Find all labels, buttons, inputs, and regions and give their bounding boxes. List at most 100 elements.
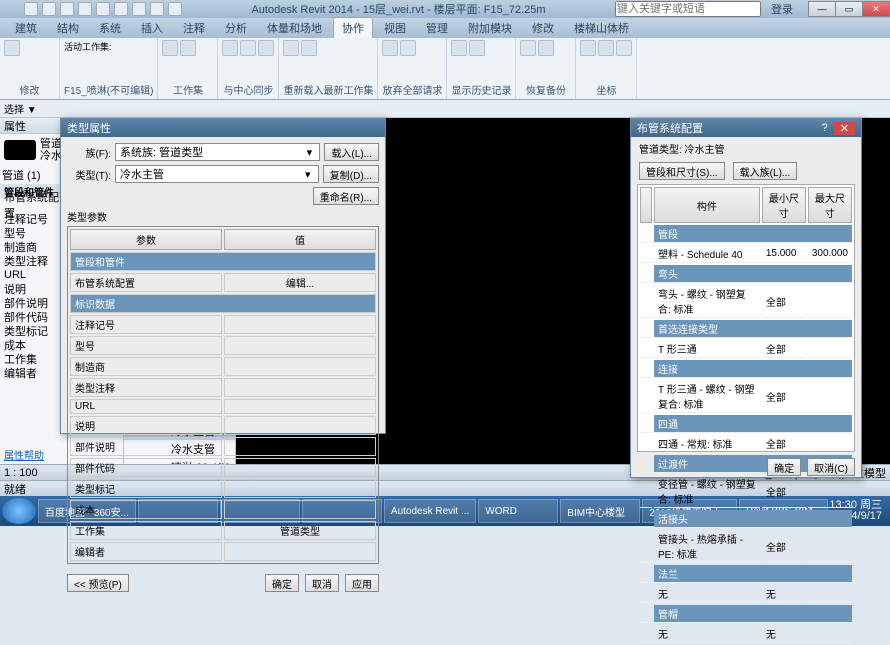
help-icon[interactable]: ? — [822, 122, 828, 134]
ribbon-tab[interactable]: 建筑 — [6, 17, 46, 38]
qat-icon[interactable] — [168, 2, 182, 16]
param-row[interactable]: 部件代码 — [70, 458, 376, 477]
param-row[interactable]: 类型标记 — [70, 479, 376, 498]
param-row[interactable]: 标识数据 — [70, 294, 376, 313]
ribbon-icon[interactable] — [283, 40, 299, 56]
minimize-button[interactable]: — — [808, 1, 836, 17]
apply-button[interactable]: 应用 — [345, 574, 379, 592]
ribbon-icon[interactable] — [451, 40, 467, 56]
ribbon-icon[interactable] — [469, 40, 485, 56]
taskbar-item[interactable]: Autodesk Revit ... — [384, 499, 476, 523]
ribbon-icon[interactable] — [162, 40, 178, 56]
qat-icon[interactable] — [60, 2, 74, 16]
ribbon-tab[interactable]: 楼梯山体桥 — [565, 17, 638, 38]
routing-row[interactable]: 法兰 — [640, 565, 852, 583]
qat-icon[interactable] — [24, 2, 38, 16]
ribbon-icon[interactable] — [258, 40, 274, 56]
routing-row[interactable]: 管接头 - 热熔承插 - PE: 标准全部 — [640, 530, 852, 563]
family-combo[interactable]: 系统族: 管道类型▾ — [115, 143, 320, 161]
ribbon-tab[interactable]: 视图 — [375, 17, 415, 38]
routing-row[interactable]: 四通 - 常规: 标准全部 — [640, 435, 852, 453]
maximize-button[interactable]: ▭ — [835, 1, 863, 17]
ribbon-icon[interactable] — [240, 40, 256, 56]
ribbon-tab[interactable]: 系统 — [90, 17, 130, 38]
param-row[interactable]: 成本 — [70, 500, 376, 519]
routing-row[interactable]: 弯头 — [640, 265, 852, 283]
dialog-titlebar[interactable]: 类型属性 — [61, 119, 385, 137]
ribbon-tab[interactable]: 分析 — [216, 17, 256, 38]
ribbon-icon[interactable] — [180, 40, 196, 56]
cancel-button[interactable]: 取消(C) — [807, 458, 855, 476]
start-button[interactable] — [2, 498, 36, 524]
ribbon-icon[interactable] — [301, 40, 317, 56]
ok-button[interactable]: 确定 — [265, 574, 299, 592]
scale-control[interactable]: 1 : 100 — [4, 467, 38, 479]
param-row[interactable]: 型号 — [70, 336, 376, 355]
ok-button[interactable]: 确定 — [767, 458, 801, 476]
close-icon[interactable]: ✕ — [834, 122, 855, 135]
routing-row[interactable]: 弯头 - 螺纹 - 钢塑复合: 标准全部 — [640, 285, 852, 318]
param-row[interactable]: 部件说明 — [70, 437, 376, 456]
taskbar-item[interactable]: WORD — [478, 499, 558, 523]
ribbon-icon[interactable] — [382, 40, 398, 56]
param-row[interactable]: 管段和管件 — [70, 252, 376, 271]
routing-row[interactable]: T 形三通全部 — [640, 340, 852, 358]
routing-row[interactable]: 连接 — [640, 360, 852, 378]
login-link[interactable]: 登录 — [771, 1, 793, 17]
qat-icon[interactable] — [114, 2, 128, 16]
help-search[interactable] — [615, 1, 761, 17]
qat-icon[interactable] — [150, 2, 164, 16]
ribbon-tab[interactable]: 管理 — [417, 17, 457, 38]
taskbar-item[interactable]: BIM中心楼型 — [560, 499, 640, 523]
load-family-button[interactable]: 载入族(L)... — [733, 162, 798, 180]
routing-table[interactable]: 构件 最小尺寸 最大尺寸 管段塑料 - Schedule 4015.000300… — [637, 184, 855, 452]
cancel-button[interactable]: 取消 — [305, 574, 339, 592]
type-combo[interactable]: 冷水主管▾ — [115, 165, 319, 183]
routing-row[interactable]: 管帽 — [640, 605, 852, 623]
ribbon-icon[interactable] — [616, 40, 632, 56]
ribbon-icon[interactable] — [222, 40, 238, 56]
param-row[interactable]: 说明 — [70, 416, 376, 435]
param-row[interactable]: 类型注释 — [70, 378, 376, 397]
qat-icon[interactable] — [96, 2, 110, 16]
ribbon-icon[interactable] — [400, 40, 416, 56]
routing-row[interactable]: T 形三通 - 螺纹 - 钢塑复合: 标准全部 — [640, 380, 852, 413]
close-button[interactable]: ✕ — [862, 1, 890, 17]
qat-icon[interactable] — [132, 2, 146, 16]
ribbon-tab[interactable]: 协作 — [333, 17, 373, 38]
select-dropdown[interactable]: 选择 ▼ — [4, 101, 37, 116]
routing-row[interactable]: 首选连接类型 — [640, 320, 852, 338]
dialog-titlebar[interactable]: 布管系统配置 ? ✕ — [631, 119, 861, 137]
ribbon-icon[interactable] — [580, 40, 596, 56]
param-row[interactable]: URL — [70, 399, 376, 414]
ribbon-icon[interactable] — [4, 40, 20, 56]
routing-row[interactable]: 四通 — [640, 415, 852, 433]
routing-row[interactable]: 塑料 - Schedule 4015.000300.000 — [640, 245, 852, 263]
ribbon-tab[interactable]: 结构 — [48, 17, 88, 38]
routing-row[interactable]: 无无 — [640, 585, 852, 603]
routing-row[interactable]: 无无 — [640, 625, 852, 643]
load-button[interactable]: 载入(L)... — [324, 143, 379, 161]
ribbon-icon[interactable] — [598, 40, 614, 56]
ribbon-tab[interactable]: 体量和场地 — [258, 17, 331, 38]
preview-button[interactable]: << 预览(P) — [67, 574, 129, 592]
param-row[interactable]: 编辑者 — [70, 542, 376, 561]
ribbon-icon[interactable] — [538, 40, 554, 56]
qat-icon[interactable] — [78, 2, 92, 16]
routing-row[interactable]: 管段 — [640, 225, 852, 243]
param-row[interactable]: 工作集管道类型 — [70, 521, 376, 540]
param-row[interactable]: 布管系统配置编辑... — [70, 273, 376, 292]
qat-icon[interactable] — [42, 2, 56, 16]
rename-button[interactable]: 重命名(R)... — [313, 187, 379, 205]
ribbon-tab[interactable]: 插入 — [132, 17, 172, 38]
ribbon-tab[interactable]: 修改 — [523, 17, 563, 38]
param-row[interactable]: 注释记号 — [70, 315, 376, 334]
duplicate-button[interactable]: 复制(D)... — [323, 165, 379, 183]
routing-row[interactable]: 活接头 — [640, 510, 852, 528]
ribbon-tab[interactable]: 注释 — [174, 17, 214, 38]
ribbon-icon[interactable] — [520, 40, 536, 56]
segments-sizes-button[interactable]: 管段和尺寸(S)... — [639, 162, 725, 180]
type-param-table[interactable]: 参数值 管段和管件布管系统配置编辑...标识数据注释记号型号制造商类型注释URL… — [67, 226, 379, 564]
param-row[interactable]: 制造商 — [70, 357, 376, 376]
ribbon-tab[interactable]: 附加模块 — [459, 17, 521, 38]
